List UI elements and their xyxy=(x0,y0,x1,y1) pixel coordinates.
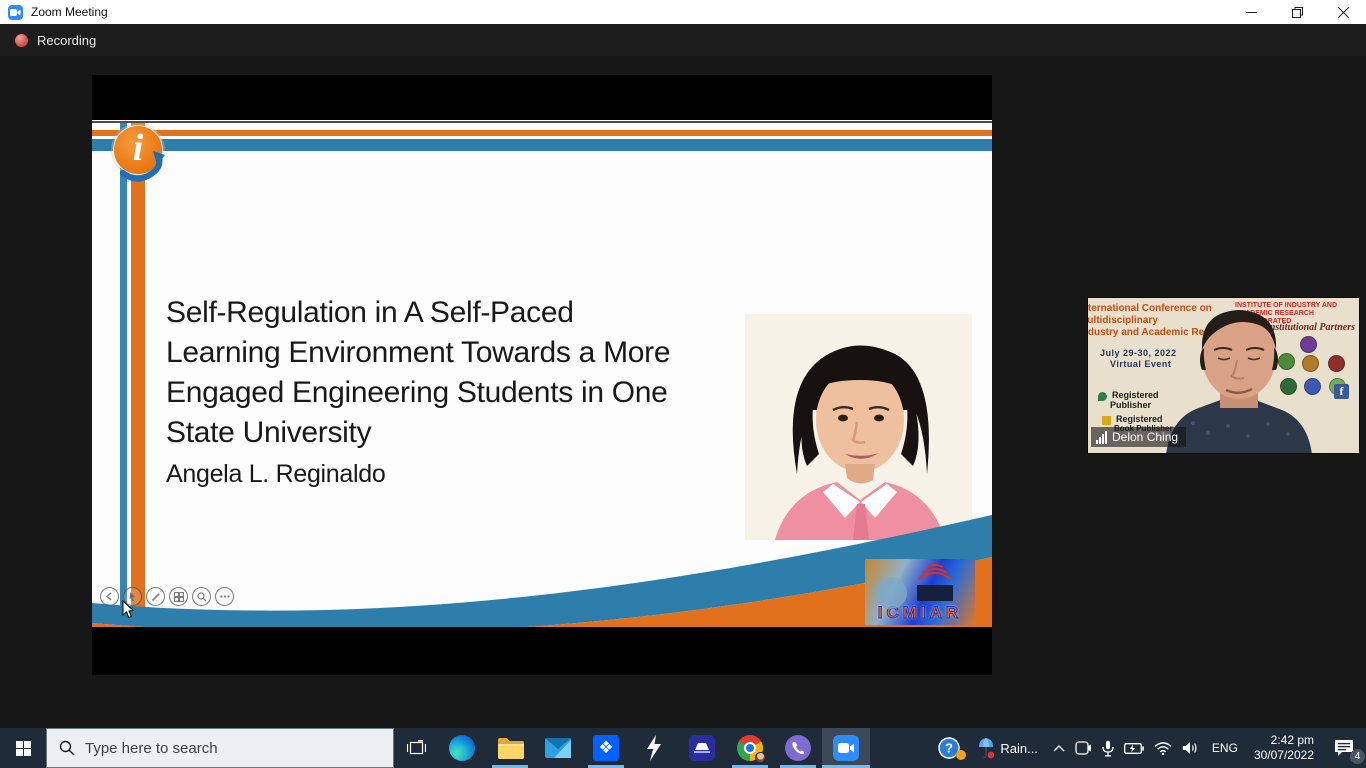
taskbar-app-dropbox[interactable]: ❖ xyxy=(582,728,630,768)
clock-date: 30/07/2022 xyxy=(1254,748,1314,763)
clock[interactable]: 2:42 pm 30/07/2022 xyxy=(1246,728,1322,768)
windows-taskbar: ❖ xyxy=(0,728,1366,768)
zoom-meeting-window: Zoom Meeting Recording i xyxy=(0,0,1366,768)
scanner-app-icon xyxy=(689,735,715,761)
zoom-tray-icon xyxy=(1075,741,1092,755)
edge-icon xyxy=(449,735,475,761)
chrome-profile-avatar xyxy=(755,752,766,763)
recording-label: Recording xyxy=(37,33,96,48)
taskbar-search[interactable] xyxy=(46,728,394,768)
participant-name-tag: Delon Ching xyxy=(1091,427,1186,447)
help-tray-button[interactable]: ? xyxy=(930,728,968,768)
taskbar-app-mail[interactable] xyxy=(534,728,582,768)
taskbar-app-edge[interactable] xyxy=(438,728,486,768)
weather-widget[interactable]: Rain... xyxy=(968,728,1048,768)
wifi-icon xyxy=(1154,742,1172,755)
window-title: Zoom Meeting xyxy=(31,5,108,19)
mouse-cursor xyxy=(122,600,135,619)
task-view-icon xyxy=(407,740,426,756)
see-all-slides-button[interactable] xyxy=(169,587,188,606)
language-indicator[interactable]: ENG xyxy=(1204,728,1246,768)
slide-title-line: Self-Regulation in A Self-Paced xyxy=(166,293,786,333)
zoom-app-icon xyxy=(8,5,23,20)
taskbar-app-zoom[interactable] xyxy=(822,728,870,768)
microphone-tray-button[interactable] xyxy=(1097,728,1119,768)
zoom-tray-button[interactable] xyxy=(1070,728,1097,768)
slide-title-line: State University xyxy=(166,413,786,453)
slide-orange-stripe xyxy=(92,130,992,136)
close-button[interactable] xyxy=(1320,0,1366,24)
facebook-icon: f xyxy=(1334,384,1349,399)
tray-overflow-button[interactable] xyxy=(1048,728,1070,768)
previous-slide-button[interactable] xyxy=(100,587,119,606)
search-icon xyxy=(59,740,75,756)
pen-button[interactable] xyxy=(146,587,165,606)
presenter-toolbar xyxy=(100,587,234,606)
slide-title-line: Learning Environment Towards a More xyxy=(166,333,786,373)
start-button[interactable] xyxy=(0,728,46,768)
slide-canvas: i Self-Regulation in A Self-Paced Learni… xyxy=(92,120,992,627)
slide-title: Self-Regulation in A Self-Paced Learning… xyxy=(166,293,786,489)
restore-button[interactable] xyxy=(1274,0,1320,24)
partner-logo xyxy=(1328,355,1345,372)
audio-signal-icon xyxy=(1096,431,1107,444)
wifi-tray-button[interactable] xyxy=(1149,728,1177,768)
chevron-up-icon xyxy=(1053,745,1065,752)
weather-umbrella-icon xyxy=(978,737,994,759)
participant-video-tile[interactable]: International Conference on Multidiscipl… xyxy=(1087,297,1360,454)
search-input[interactable] xyxy=(85,740,365,757)
volume-tray-button[interactable] xyxy=(1177,728,1204,768)
action-center-button[interactable]: 4 xyxy=(1322,728,1366,768)
minimize-button[interactable] xyxy=(1228,0,1274,24)
journal-logo: i xyxy=(109,123,169,185)
weather-label: Rain... xyxy=(1000,741,1038,756)
lightning-app-icon xyxy=(645,735,663,761)
taskbar-app-viber[interactable] xyxy=(774,728,822,768)
taskbar-app-scanner[interactable] xyxy=(678,728,726,768)
chrome-icon xyxy=(737,735,763,761)
help-notification-badge xyxy=(956,750,966,760)
task-view-button[interactable] xyxy=(394,728,438,768)
zoom-slide-button[interactable] xyxy=(192,587,211,606)
microphone-icon xyxy=(1102,740,1114,757)
icmiar-logo: ICMIAR xyxy=(865,559,975,625)
zoom-icon xyxy=(833,735,859,761)
slide-top-rule xyxy=(92,121,992,123)
windows-logo-icon xyxy=(16,741,31,756)
file-explorer-icon xyxy=(497,737,524,759)
taskbar-app-lightning[interactable] xyxy=(630,728,678,768)
taskbar-app-chrome[interactable] xyxy=(726,728,774,768)
viber-icon xyxy=(785,735,811,761)
participant-name: Delon Ching xyxy=(1112,430,1178,444)
slide-title-line: Engaged Engineering Students in One xyxy=(166,373,786,413)
svg-text:?: ? xyxy=(945,741,953,756)
battery-icon xyxy=(1124,743,1144,754)
recording-icon[interactable] xyxy=(15,34,28,47)
speaker-icon xyxy=(1182,741,1199,755)
mail-icon xyxy=(545,738,571,758)
battery-tray-button[interactable] xyxy=(1119,728,1149,768)
shared-screen-slide: i Self-Regulation in A Self-Paced Learni… xyxy=(92,75,992,675)
dropbox-icon: ❖ xyxy=(593,735,619,761)
clock-time: 2:42 pm xyxy=(1254,733,1314,748)
window-titlebar: Zoom Meeting xyxy=(0,0,1366,24)
more-options-button[interactable] xyxy=(215,587,234,606)
slide-blue-stripe xyxy=(92,139,992,151)
taskbar-app-file-explorer[interactable] xyxy=(486,728,534,768)
notification-count-badge: 4 xyxy=(1350,749,1365,764)
meeting-topbar: Recording xyxy=(0,24,1366,56)
